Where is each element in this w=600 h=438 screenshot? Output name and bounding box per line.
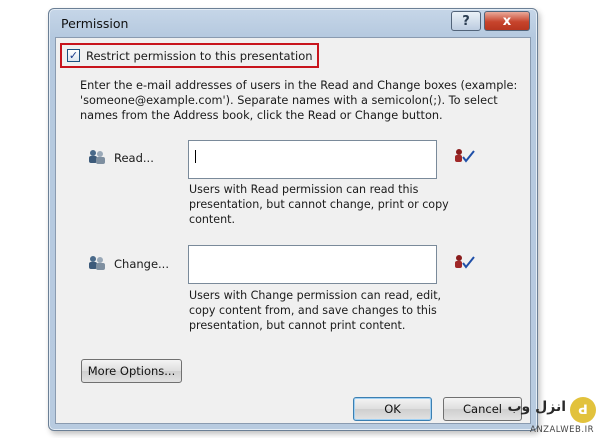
restrict-permission-highlight: ✓ Restrict permission to this presentati…: [60, 43, 319, 68]
read-button[interactable]: Read...: [114, 151, 154, 165]
people-icon: [89, 150, 105, 164]
address-book-check-icon[interactable]: [454, 254, 476, 270]
watermark-text: انزل وب: [507, 399, 566, 415]
change-button[interactable]: Change...: [114, 257, 169, 271]
address-book-check-icon[interactable]: [454, 148, 476, 164]
close-button[interactable]: x: [484, 11, 530, 31]
watermark-site: ANZALWEB.IR: [530, 425, 594, 435]
dialog-title: Permission: [61, 16, 129, 31]
site-watermark: ꓒ انزل وب ANZALWEB.IR: [484, 395, 596, 435]
people-icon: [89, 256, 105, 270]
read-input[interactable]: [188, 140, 437, 179]
restrict-permission-checkbox[interactable]: ✓: [67, 49, 80, 62]
dialog-body: ✓ Restrict permission to this presentati…: [55, 37, 531, 424]
permission-dialog: Permission ? x ✓ Restrict permission to …: [48, 8, 538, 431]
watermark-logo-icon: ꓒ: [570, 397, 596, 423]
ok-button[interactable]: OK: [353, 397, 432, 421]
help-button[interactable]: ?: [451, 11, 481, 31]
restrict-permission-label[interactable]: Restrict permission to this presentation: [86, 49, 313, 63]
read-permission-note: Users with Read permission can read this…: [189, 183, 449, 226]
text-caret: [195, 150, 196, 163]
instructions-text: Enter the e-mail addresses of users in t…: [80, 79, 518, 122]
change-permission-note: Users with Change permission can read, e…: [189, 289, 442, 332]
change-input[interactable]: [188, 245, 437, 284]
more-options-button[interactable]: More Options...: [81, 359, 182, 383]
